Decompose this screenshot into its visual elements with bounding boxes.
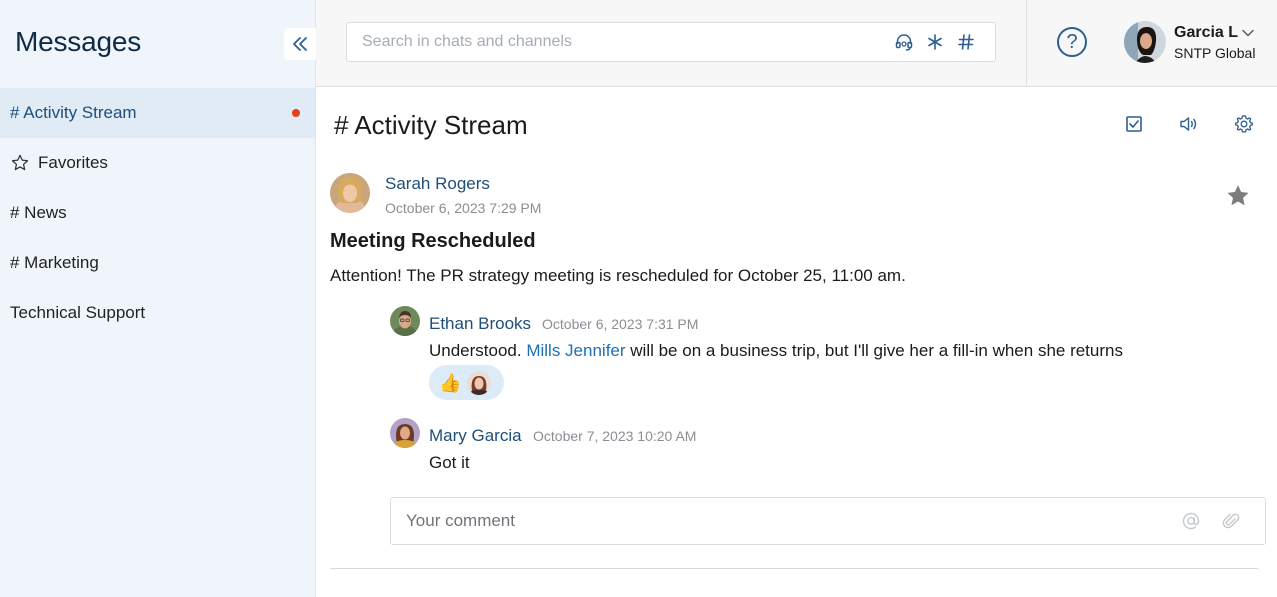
- chevron-down-icon[interactable]: [1241, 26, 1255, 40]
- user-avatar[interactable]: [1124, 21, 1166, 63]
- speaker-icon: [1180, 117, 1197, 131]
- sidebar-item-activity-stream[interactable]: # Activity Stream: [0, 88, 315, 138]
- comment-text-after: will be on a business trip, but I'll giv…: [625, 341, 1123, 360]
- sidebar-header: Messages: [0, 0, 316, 88]
- sidebar-item-marketing[interactable]: # Marketing: [0, 238, 315, 288]
- post-title: Meeting Rescheduled: [330, 230, 536, 252]
- help-icon: ?: [1066, 30, 1078, 53]
- double-chevron-left-icon: [293, 37, 307, 51]
- unread-dot: [292, 109, 300, 117]
- top-bar: ? Garcia L SNTP Global: [316, 0, 1277, 87]
- user-organization: SNTP Global: [1174, 45, 1256, 61]
- search-input[interactable]: [347, 23, 877, 61]
- at-icon[interactable]: [1181, 511, 1201, 531]
- sidebar-item-technical-support[interactable]: Technical Support: [0, 288, 315, 338]
- headset-icon[interactable]: [894, 32, 914, 52]
- thumbs-up-icon: 👍: [439, 372, 462, 393]
- star-filled-icon[interactable]: [1224, 182, 1252, 210]
- asterisk-icon[interactable]: [925, 32, 945, 52]
- messenger-app: Messages # Activity Stream Favorites # N…: [0, 0, 1277, 597]
- topbar-divider: [1026, 0, 1027, 87]
- sidebar-title: Messages: [15, 26, 142, 57]
- avatar[interactable]: [390, 418, 420, 448]
- sidebar-item-label: Technical Support: [10, 303, 146, 322]
- comment-timestamp: October 6, 2023 7:31 PM: [542, 316, 699, 332]
- post-timestamp: October 6, 2023 7:29 PM: [385, 200, 542, 216]
- comment-author[interactable]: Ethan Brooks: [429, 314, 531, 334]
- comment-text-before: Understood.: [429, 341, 527, 360]
- comment-author[interactable]: Mary Garcia: [429, 426, 522, 446]
- sidebar: Messages # Activity Stream Favorites # N…: [0, 0, 316, 597]
- sidebar-item-label: # Activity Stream: [10, 103, 137, 122]
- sidebar-item-label: # Marketing: [10, 253, 99, 272]
- paperclip-icon[interactable]: [1221, 511, 1241, 531]
- sidebar-item-news[interactable]: # News: [0, 188, 315, 238]
- comment-input[interactable]: [391, 498, 1151, 544]
- avatar[interactable]: [390, 306, 420, 336]
- avatar[interactable]: [330, 173, 370, 213]
- gear-icon: [1235, 115, 1253, 133]
- user-name[interactable]: Garcia L: [1174, 24, 1238, 42]
- settings-button[interactable]: [1233, 113, 1255, 135]
- user-mention[interactable]: Mills Jennifer: [526, 341, 625, 360]
- comment-box: [390, 497, 1266, 545]
- comment-text: Understood. Mills Jennifer will be on a …: [429, 341, 1123, 361]
- search-box: [346, 22, 996, 62]
- post-author[interactable]: Sarah Rogers: [385, 174, 490, 194]
- sidebar-item-favorites[interactable]: Favorites: [0, 138, 315, 188]
- star-outline-icon: [11, 154, 29, 171]
- comment-text: Got it: [429, 453, 470, 472]
- channel-feed: # Activity Stream Sarah Rogers October 6…: [316, 88, 1277, 597]
- channel-title: # Activity Stream: [334, 110, 528, 140]
- comment-timestamp: October 7, 2023 10:20 AM: [533, 428, 697, 444]
- help-button[interactable]: ?: [1057, 27, 1087, 57]
- tasks-button[interactable]: [1123, 113, 1145, 135]
- checkbox-icon: [1126, 116, 1142, 132]
- collapse-sidebar-button[interactable]: [284, 28, 316, 60]
- notifications-button[interactable]: [1178, 113, 1200, 135]
- sidebar-item-label: Favorites: [38, 153, 108, 172]
- hash-icon[interactable]: [956, 32, 976, 52]
- sidebar-item-label: # News: [10, 203, 67, 222]
- feed-divider: [330, 568, 1258, 569]
- reaction-user-avatar: [467, 370, 492, 395]
- post-body: Attention! The PR strategy meeting is re…: [330, 266, 906, 285]
- reaction-chip[interactable]: 👍: [429, 365, 504, 400]
